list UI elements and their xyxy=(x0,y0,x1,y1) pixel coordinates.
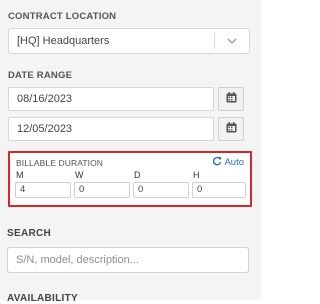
hours-label: H xyxy=(193,170,200,180)
auto-label: Auto xyxy=(224,157,244,168)
contract-location-value: [HQ] Headquarters xyxy=(17,35,110,47)
months-label: M xyxy=(16,170,24,180)
end-date-calendar-button[interactable] xyxy=(218,117,244,141)
days-label: D xyxy=(134,170,141,180)
date-range-label: DATE RANGE xyxy=(8,70,73,81)
contract-location-label: CONTRACT LOCATION xyxy=(8,11,117,22)
hours-input[interactable]: 0 xyxy=(192,182,246,198)
contract-location-select[interactable]: [HQ] Headquarters xyxy=(8,28,250,54)
refresh-icon xyxy=(212,156,222,169)
end-date-value: 12/05/2023 xyxy=(17,123,73,135)
end-date-field[interactable]: 12/05/2023 xyxy=(8,117,214,141)
billable-duration-box: BILLABLE DURATION Auto M W D H 4 0 0 0 xyxy=(8,151,252,207)
calendar-icon xyxy=(226,120,237,138)
start-date-value: 08/16/2023 xyxy=(17,93,73,105)
days-input[interactable]: 0 xyxy=(133,182,189,198)
billable-duration-title: BILLABLE DURATION xyxy=(16,158,104,168)
availability-label: AVAILABILITY xyxy=(7,293,79,304)
weeks-label: W xyxy=(75,170,84,180)
filter-panel: CONTRACT LOCATION [HQ] Headquarters DATE… xyxy=(0,0,261,304)
start-date-calendar-button[interactable] xyxy=(218,87,244,111)
search-label: SEARCH xyxy=(7,228,52,239)
months-input[interactable]: 4 xyxy=(15,182,71,198)
calendar-icon xyxy=(226,90,237,108)
chevron-down-icon[interactable] xyxy=(215,38,249,44)
start-date-field[interactable]: 08/16/2023 xyxy=(8,87,214,111)
weeks-input[interactable]: 0 xyxy=(74,182,130,198)
auto-button[interactable]: Auto xyxy=(212,156,244,169)
search-input[interactable]: S/N, model, description... xyxy=(7,247,249,273)
